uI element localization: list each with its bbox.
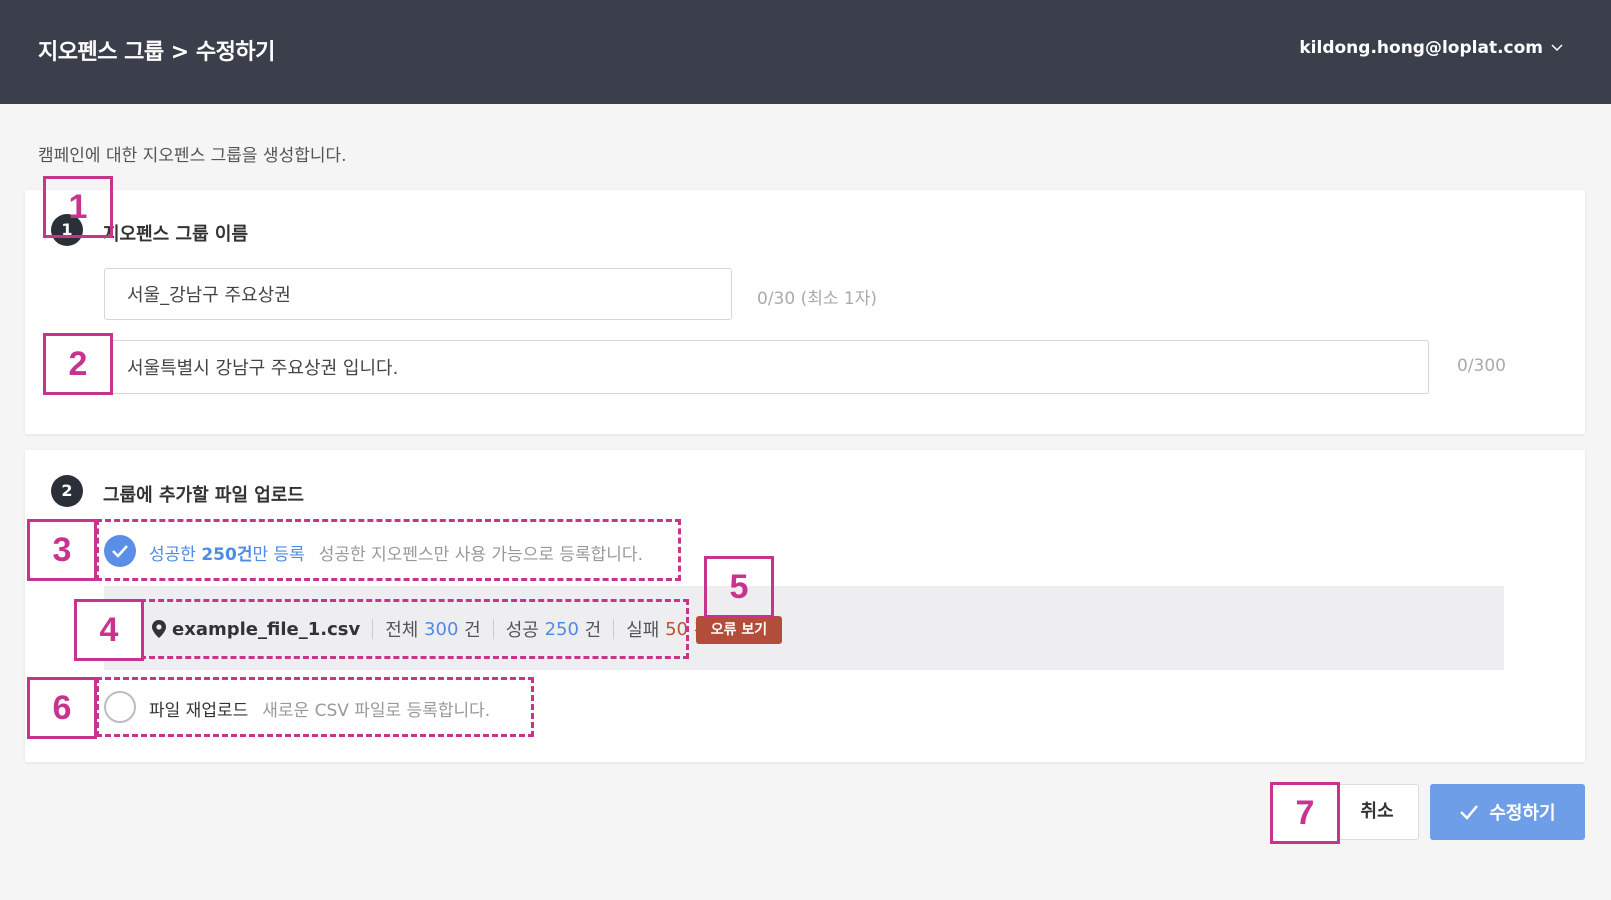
intro-text: 캠페인에 대한 지오펜스 그룹을 생성합니다. bbox=[38, 146, 347, 166]
submit-label: 수정하기 bbox=[1489, 803, 1556, 824]
annotation-label-6: 6 bbox=[27, 677, 97, 739]
annotation-label-3: 3 bbox=[27, 519, 97, 581]
view-errors-button[interactable]: 오류 보기 bbox=[696, 616, 782, 644]
submit-button[interactable]: 수정하기 bbox=[1430, 784, 1585, 840]
user-email: kildong.hong@loplat.com bbox=[1299, 38, 1543, 58]
page-title: 지오펜스 그룹 > 수정하기 bbox=[38, 40, 275, 65]
annotation-label-1: 1 bbox=[43, 176, 113, 238]
section1-title: 지오펜스 그룹 이름 bbox=[103, 224, 249, 245]
group-name-counter: 0/30 (최소 1자) bbox=[757, 289, 877, 309]
annotation-label-5: 5 bbox=[704, 556, 774, 618]
step-badge-2: 2 bbox=[51, 475, 83, 507]
annotation-outline-4 bbox=[140, 599, 689, 659]
check-icon bbox=[1460, 805, 1479, 820]
group-description-value: 서울특별시 강남구 주요상권 입니다. bbox=[127, 358, 399, 379]
annotation-label-2: 2 bbox=[43, 333, 113, 395]
group-description-input[interactable]: 서울특별시 강남구 주요상권 입니다. bbox=[104, 340, 1429, 394]
annotation-outline-6 bbox=[96, 677, 534, 737]
group-name-input[interactable]: 서울_강남구 주요상권 bbox=[104, 268, 732, 320]
section2-title: 그룹에 추가할 파일 업로드 bbox=[103, 485, 304, 506]
annotation-outline-3 bbox=[96, 519, 681, 581]
cancel-button[interactable]: 취소 bbox=[1335, 784, 1419, 840]
annotation-label-7: 7 bbox=[1270, 782, 1340, 844]
group-name-value: 서울_강남구 주요상권 bbox=[127, 285, 291, 306]
annotation-label-4: 4 bbox=[74, 599, 144, 661]
user-menu[interactable]: kildong.hong@loplat.com bbox=[1299, 38, 1563, 58]
top-header: 지오펜스 그룹 > 수정하기 kildong.hong@loplat.com bbox=[0, 0, 1611, 104]
chevron-down-icon bbox=[1551, 44, 1563, 52]
group-description-counter: 0/300 bbox=[1457, 356, 1506, 376]
